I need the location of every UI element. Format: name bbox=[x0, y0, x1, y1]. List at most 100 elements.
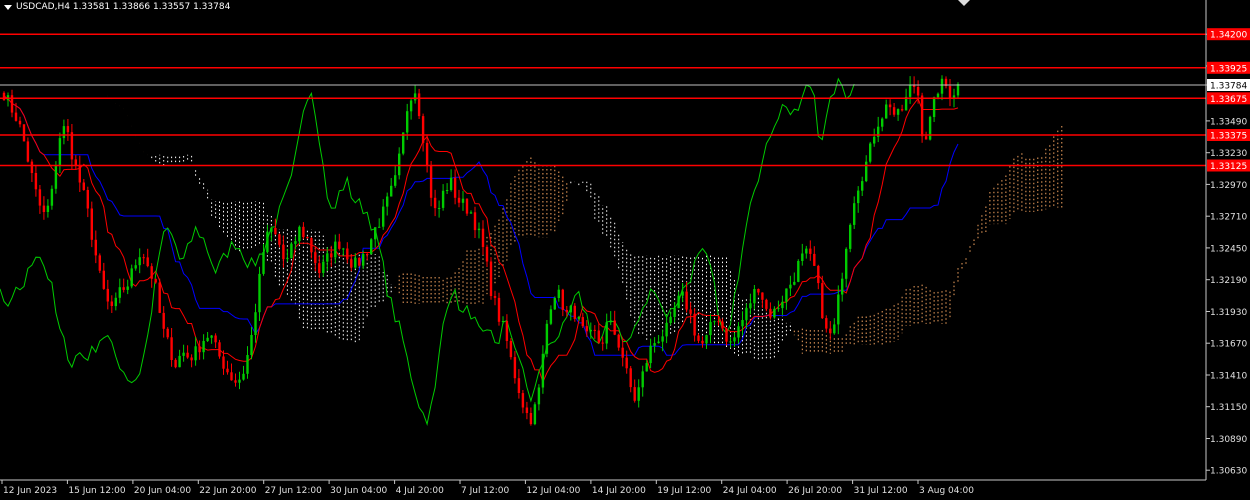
candle-body bbox=[697, 335, 700, 341]
candle-body bbox=[705, 335, 708, 344]
candle-body bbox=[497, 297, 501, 322]
candle-body bbox=[685, 291, 688, 310]
candle-body bbox=[214, 335, 217, 343]
candle-body bbox=[849, 224, 852, 249]
candle-body bbox=[769, 308, 772, 318]
candle-body bbox=[118, 287, 121, 298]
candle-body bbox=[900, 109, 904, 111]
x-tick-label: 15 Jun 12:00 bbox=[68, 486, 125, 496]
candle-body bbox=[513, 357, 517, 379]
candle-body bbox=[609, 320, 612, 323]
y-tick-label: 1.30890 bbox=[1210, 435, 1247, 445]
candle-body bbox=[845, 248, 848, 279]
candle-body bbox=[617, 334, 620, 348]
candle-body bbox=[398, 153, 401, 176]
candle-body bbox=[537, 387, 541, 405]
candle-body bbox=[892, 107, 896, 115]
candle-body bbox=[158, 282, 161, 313]
candle-body bbox=[948, 86, 952, 99]
candles bbox=[2, 75, 960, 426]
y-tick-label: 1.31670 bbox=[1210, 340, 1247, 350]
candle-body bbox=[805, 248, 808, 254]
candle-body bbox=[226, 368, 229, 373]
candle-body bbox=[465, 198, 469, 214]
y-tick-label: 1.31930 bbox=[1210, 308, 1247, 318]
candle-body bbox=[549, 309, 553, 324]
candle-body bbox=[861, 181, 864, 191]
candle-body bbox=[310, 238, 313, 253]
level-price-label: 1.34200 bbox=[1210, 31, 1247, 41]
candle-body bbox=[409, 100, 413, 112]
candle-body bbox=[78, 165, 81, 183]
x-tick-label: 7 Jul 12:00 bbox=[461, 486, 510, 496]
candle-body bbox=[545, 323, 549, 354]
candle-body bbox=[924, 136, 928, 140]
candle-body bbox=[781, 301, 784, 309]
y-tick-label: 1.32190 bbox=[1210, 276, 1247, 286]
candle-body bbox=[18, 120, 22, 125]
candle-body bbox=[22, 124, 26, 142]
candle-body bbox=[110, 301, 113, 306]
candle-body bbox=[601, 342, 604, 344]
candle-body bbox=[813, 253, 816, 266]
candle-body bbox=[294, 241, 297, 244]
candle-body bbox=[593, 329, 596, 331]
candle-body bbox=[266, 231, 269, 252]
candle-body bbox=[122, 287, 125, 290]
candle-body bbox=[166, 328, 169, 338]
candle-body bbox=[749, 303, 752, 309]
candle-body bbox=[425, 142, 429, 166]
candle-body bbox=[421, 116, 425, 143]
candle-body bbox=[681, 291, 684, 296]
candle-body bbox=[557, 289, 560, 298]
candle-body bbox=[433, 197, 437, 209]
candle-body bbox=[797, 261, 800, 282]
candle-body bbox=[461, 198, 465, 203]
horizontal-levels[interactable] bbox=[0, 33, 1206, 167]
chikou-line bbox=[0, 77, 855, 426]
candle-body bbox=[306, 237, 309, 239]
candle-body bbox=[693, 313, 696, 336]
candle-body bbox=[298, 226, 301, 242]
x-tick-label: 4 Jul 20:00 bbox=[396, 486, 445, 496]
candle-body bbox=[553, 298, 556, 310]
candle-body bbox=[605, 322, 608, 344]
candle-body bbox=[358, 257, 361, 266]
candle-body bbox=[793, 281, 796, 285]
x-tick-label: 27 Jun 12:00 bbox=[265, 486, 322, 496]
x-tick-label: 3 Aug 04:00 bbox=[919, 486, 974, 496]
level-price-label: 1.33375 bbox=[1210, 132, 1247, 142]
candle-body bbox=[186, 352, 189, 358]
candle-body bbox=[817, 265, 820, 284]
candle-body bbox=[278, 234, 281, 245]
candle-body bbox=[565, 309, 568, 313]
candle-body bbox=[721, 321, 724, 329]
candle-body bbox=[290, 243, 293, 259]
candle-body bbox=[837, 294, 840, 325]
candle-body bbox=[54, 165, 58, 189]
candle-body bbox=[437, 208, 441, 209]
candle-body bbox=[481, 228, 485, 247]
candle-body bbox=[521, 393, 525, 408]
candle-body bbox=[453, 177, 457, 198]
candle-body bbox=[888, 104, 892, 108]
candle-body bbox=[378, 226, 381, 228]
candle-body bbox=[533, 404, 537, 425]
x-tick-label: 31 Jul 12:00 bbox=[854, 486, 908, 496]
price-chart[interactable]: 1.342001.339401.337841.334901.332301.329… bbox=[0, 0, 1250, 500]
candle-body bbox=[386, 196, 389, 207]
candle-body bbox=[70, 132, 74, 160]
candle-body bbox=[322, 261, 325, 273]
level-price-label: 1.33675 bbox=[1210, 95, 1247, 105]
candle-body bbox=[30, 161, 34, 173]
candle-body bbox=[370, 239, 373, 255]
candle-body bbox=[174, 359, 177, 368]
candle-body bbox=[342, 248, 345, 250]
x-tick-label: 24 Jul 04:00 bbox=[723, 486, 777, 496]
candle-body bbox=[509, 341, 513, 358]
candle-body bbox=[230, 372, 233, 381]
candle-body bbox=[637, 387, 640, 401]
candle-body bbox=[102, 270, 105, 289]
candle-body bbox=[162, 312, 165, 329]
y-tick-label: 1.30630 bbox=[1210, 467, 1247, 477]
